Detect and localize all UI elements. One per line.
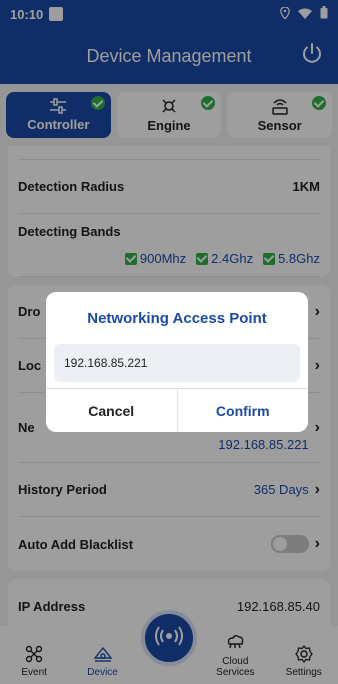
dialog-title: Networking Access Point [87, 309, 267, 327]
networking-dialog: Networking Access Point Cancel Confirm [46, 292, 308, 432]
access-point-input[interactable] [54, 344, 300, 382]
confirm-button[interactable]: Confirm [178, 389, 309, 432]
dialog-buttons: Cancel Confirm [46, 388, 308, 432]
cancel-button[interactable]: Cancel [46, 389, 178, 432]
